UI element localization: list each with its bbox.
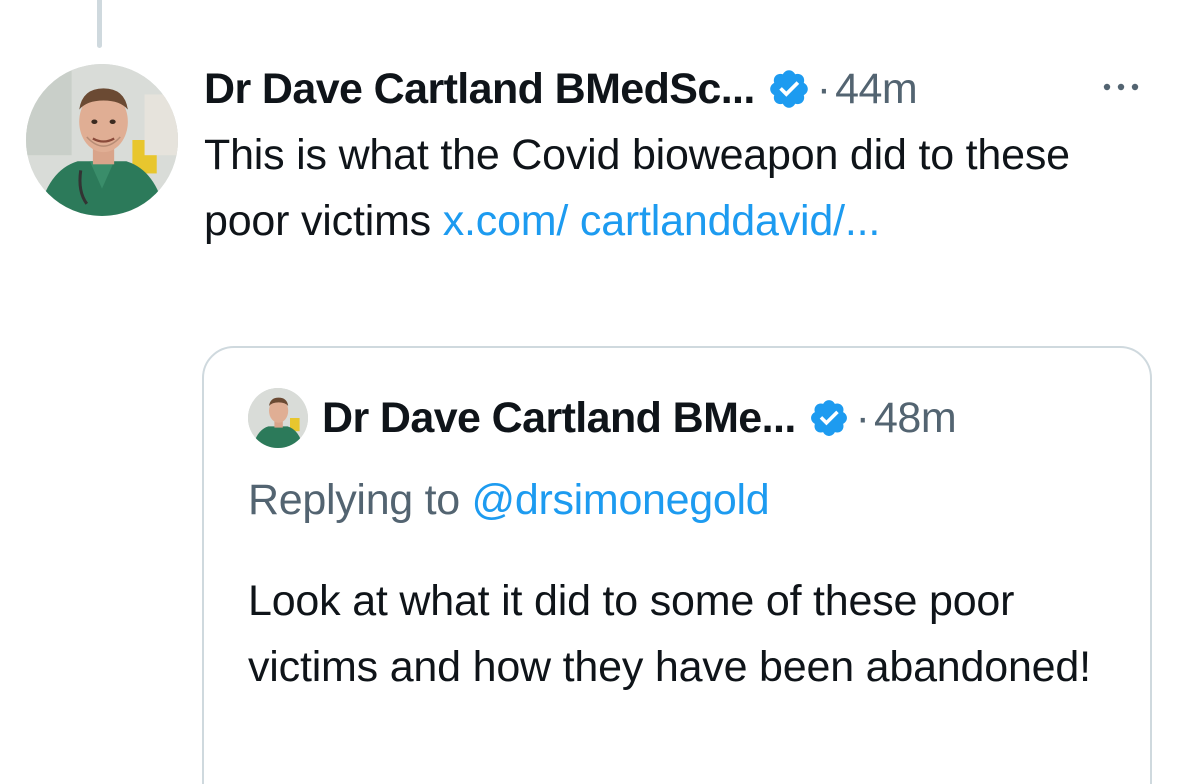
- tweet-page: Dr Dave Cartland BMedSc... · 44m This is…: [0, 0, 1179, 784]
- replying-to-line: Replying to @drsimonegold: [248, 476, 770, 525]
- avatar-photo: [26, 64, 178, 216]
- tweet-header: Dr Dave Cartland BMedSc... · 44m: [204, 60, 1154, 118]
- quote-text: Look at what it did to some of these poo…: [248, 577, 1091, 691]
- quote-header: Dr Dave Cartland BMe... · 48m: [248, 388, 957, 448]
- thread-connector-line: [97, 0, 102, 48]
- verified-badge-icon[interactable]: [808, 397, 850, 439]
- quote-avatar-photo: [248, 388, 308, 448]
- avatar[interactable]: [26, 64, 178, 216]
- replying-to-label: Replying to: [248, 476, 472, 524]
- tweet-time[interactable]: 44m: [835, 65, 918, 114]
- quote-author-name[interactable]: Dr Dave Cartland BMe...: [322, 394, 796, 443]
- tweet-body: Dr Dave Cartland BMedSc... · 44m This is…: [204, 60, 1154, 254]
- replying-to-handle[interactable]: @drsimonegold: [471, 476, 769, 524]
- separator-dot: ·: [816, 64, 832, 113]
- quoted-tweet-card[interactable]: Dr Dave Cartland BMe... · 48m Replying t…: [202, 346, 1152, 784]
- quote-time[interactable]: 48m: [874, 394, 957, 443]
- tweet-link[interactable]: x.com/ cartlanddavid/...: [443, 197, 881, 245]
- tweet-text: This is what the Covid bioweapon did to …: [204, 122, 1144, 254]
- quote-avatar[interactable]: [248, 388, 308, 448]
- verified-badge-icon[interactable]: [767, 67, 811, 111]
- more-horizontal-icon[interactable]: [1097, 72, 1157, 102]
- author-name[interactable]: Dr Dave Cartland BMedSc...: [204, 65, 755, 114]
- separator-dot: ·: [855, 393, 870, 442]
